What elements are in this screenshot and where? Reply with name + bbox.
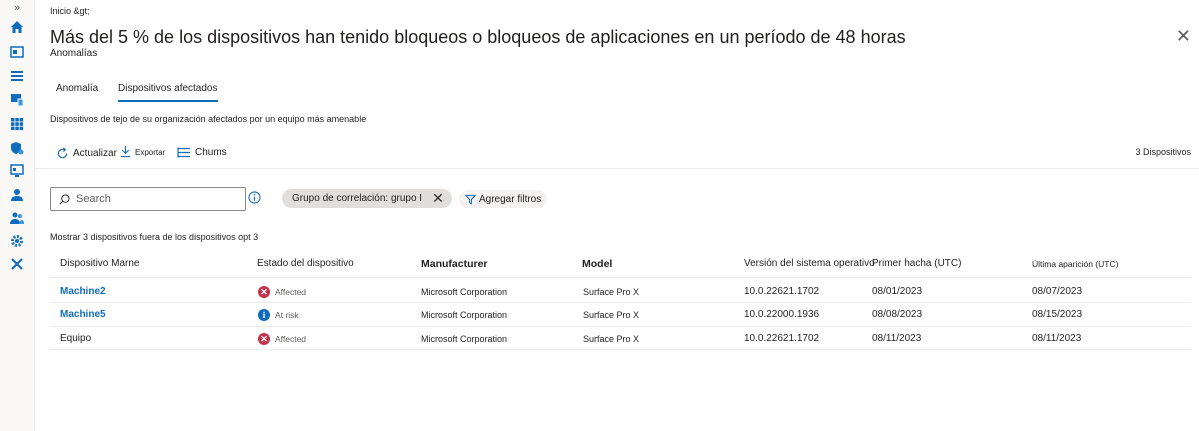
row-divider [50, 349, 1191, 350]
device-link[interactable]: Machine5 [60, 309, 106, 320]
status-badge: i At risk [258, 309, 299, 321]
tab-description: Dispositivos de tejo de su organización … [50, 114, 367, 124]
settings-gear-icon[interactable] [10, 234, 24, 248]
results-summary: Mostrar 3 dispositivos fuera de los disp… [50, 232, 259, 242]
column-header-manufacturer[interactable]: Manufacturer [421, 258, 488, 270]
remove-filter-icon[interactable]: ✕ [432, 190, 444, 207]
tools-icon[interactable] [10, 257, 24, 271]
manufacturer-cell: Microsoft Corporation [421, 334, 508, 344]
error-icon: ✕ [258, 286, 270, 298]
search-placeholder: Search [76, 193, 111, 205]
column-header-status[interactable]: Estado del dispositivo [257, 258, 354, 269]
security-icon[interactable] [10, 141, 24, 155]
model-cell: Surface Pro X [583, 310, 640, 320]
manufacturer-cell: Microsoft Corporation [421, 310, 508, 320]
tab-dispositivos-afectados[interactable]: Dispositivos afectados [118, 83, 218, 102]
first-seen-cell: 08/11/2023 [872, 333, 922, 344]
group-icon[interactable] [10, 211, 24, 225]
export-label: Exportar [135, 148, 166, 157]
last-seen-cell: 08/07/2023 [1032, 286, 1083, 297]
refresh-icon [57, 147, 68, 159]
filter-pill: Grupo de correlación: grupo I ✕ [282, 189, 452, 208]
os-version-cell: 10.0.22000.1936 [744, 309, 820, 320]
device-count: 3 Dispositivos [1135, 147, 1191, 157]
columns-button[interactable]: Chums [177, 147, 227, 158]
column-header-model[interactable]: Model [582, 258, 612, 270]
devices-icon[interactable] [10, 93, 24, 107]
row-divider [50, 302, 1191, 303]
user-icon[interactable] [10, 188, 24, 202]
columns-icon [177, 147, 190, 158]
first-seen-cell: 08/08/2023 [872, 309, 923, 320]
manufacturer-cell: Microsoft Corporation [421, 287, 508, 297]
row-divider [50, 326, 1191, 327]
last-seen-cell: 08/15/2023 [1032, 309, 1083, 320]
page-subtitle: Anomalías [50, 48, 98, 59]
apps-icon[interactable] [10, 117, 24, 131]
status-badge: ✕ Affected [258, 333, 306, 345]
main-panel: Inicio &gt; Más del 5 % de los dispositi… [34, 0, 1199, 431]
columns-label: Chums [195, 147, 227, 158]
first-seen-cell: 08/01/2023 [872, 286, 923, 297]
device-name[interactable]: Equipo [60, 333, 91, 344]
list-icon[interactable] [10, 69, 24, 83]
dashboard-icon[interactable] [10, 45, 24, 59]
left-nav-rail: » [0, 0, 35, 431]
info-status-icon: i [258, 309, 270, 321]
model-cell: Surface Pro X [583, 334, 640, 344]
expand-nav-icon[interactable]: » [0, 2, 34, 14]
column-header-last-seen[interactable]: Última aparición (UTC) [1032, 259, 1118, 269]
os-version-cell: 10.0.22621.1702 [744, 333, 820, 344]
tab-anomalia[interactable]: Anomalía [56, 83, 98, 94]
info-icon[interactable] [248, 191, 261, 204]
search-input[interactable]: Search [50, 187, 246, 211]
filter-pill-label: Grupo de correlación: grupo I [292, 193, 423, 204]
column-header-first-seen[interactable]: Primer hacha (UTC) [872, 258, 961, 269]
refresh-button[interactable]: Actualizar [56, 147, 117, 160]
monitor-icon[interactable] [10, 164, 24, 178]
page-title: Más del 5 % de los dispositivos han teni… [50, 27, 906, 47]
model-cell: Surface Pro X [583, 287, 640, 297]
export-button[interactable]: Exportar [120, 145, 165, 158]
status-label: Affected [275, 334, 307, 344]
filter-icon [465, 194, 476, 204]
refresh-label: Actualizar [73, 148, 117, 159]
device-link[interactable]: Machine2 [60, 286, 106, 297]
breadcrumb[interactable]: Inicio &gt; [50, 6, 90, 16]
row-divider [50, 277, 1191, 278]
status-label: At risk [275, 310, 299, 320]
os-version-cell: 10.0.22621.1702 [744, 286, 820, 297]
status-badge: ✕ Affected [258, 286, 306, 298]
add-filters-label: Agregar filtros [479, 193, 542, 205]
status-label: Affected [275, 287, 307, 297]
divider [34, 168, 1199, 169]
error-icon: ✕ [258, 333, 270, 345]
download-icon [120, 146, 131, 158]
last-seen-cell: 08/11/2023 [1032, 333, 1082, 344]
search-icon [59, 193, 70, 204]
home-icon[interactable] [10, 20, 24, 34]
column-header-device[interactable]: Dispositivo Marne [60, 258, 139, 269]
column-header-os-version[interactable]: Versión del sistema operativo [744, 258, 875, 269]
close-icon[interactable]: ✕ [1176, 26, 1191, 47]
add-filters-button[interactable]: Agregar filtros [459, 190, 548, 208]
